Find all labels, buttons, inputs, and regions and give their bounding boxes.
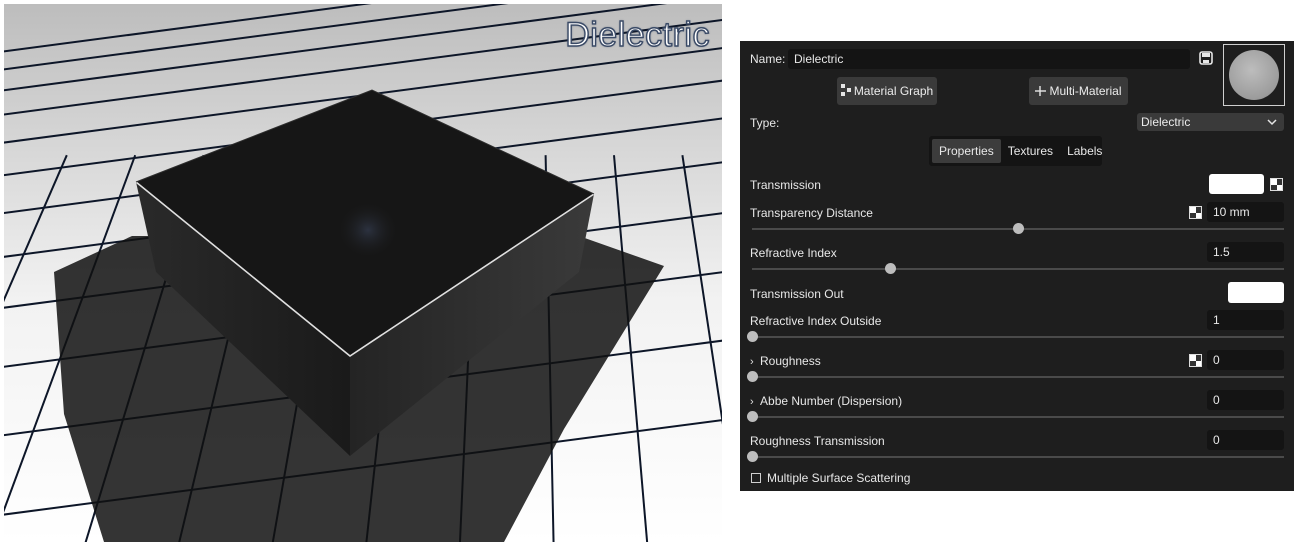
transparency-distance-slider[interactable] [752,223,1284,234]
light-reflection [338,202,398,258]
refractive-index-outside-slider[interactable] [747,331,1284,342]
tab-properties[interactable]: Properties [932,139,1001,163]
multiple-surface-scattering-label: Multiple Surface Scattering [767,471,911,485]
roughness-slider[interactable] [747,371,1284,382]
refractive-index-slider[interactable] [752,263,1284,274]
type-label: Type: [750,116,780,130]
property-tabs: Properties Textures Labels [929,136,1102,166]
transmission-color-swatch[interactable] [1209,174,1264,194]
roughness-transmission-slider[interactable] [747,451,1284,462]
slider-handle[interactable] [747,371,758,382]
material-panel: Name: Dielectric Material Graph Multi-Ma… [740,41,1294,491]
multiple-surface-scattering-checkbox[interactable] [751,473,761,483]
preview-sphere [1229,50,1279,100]
tab-labels[interactable]: Labels [1060,139,1109,163]
slider-handle[interactable] [885,263,897,274]
refractive-index-input[interactable]: 1.5 [1207,242,1284,262]
transmission-out-color-swatch[interactable] [1228,282,1284,303]
abbe-number-expander[interactable]: › Abbe Number (Dispersion) [750,394,902,408]
multi-material-label: Multi-Material [1049,84,1122,98]
slider-handle[interactable] [747,411,758,422]
chevron-right-icon: › [750,356,754,368]
material-graph-button[interactable]: Material Graph [837,77,937,105]
tab-textures[interactable]: Textures [1001,139,1060,163]
transparency-distance-input[interactable]: 10 mm [1207,202,1284,222]
multi-material-icon [1035,78,1047,106]
multiple-surface-scattering-option[interactable]: Multiple Surface Scattering [751,471,910,485]
roughness-input[interactable]: 0 [1207,350,1284,370]
slider-handle[interactable] [747,451,758,462]
chevron-right-icon: › [750,396,754,408]
save-icon[interactable] [1198,50,1214,66]
checker-texture-icon[interactable] [1189,354,1202,367]
checker-texture-icon[interactable] [1189,206,1202,219]
roughness-expander[interactable]: › Roughness [750,354,821,368]
abbe-number-slider[interactable] [747,411,1284,422]
slider-handle[interactable] [1013,223,1024,234]
transmission-label: Transmission [750,178,821,192]
slider-handle[interactable] [747,331,758,342]
transparency-distance-label: Transparency Distance [750,206,873,220]
viewport-title: Dielectric [564,15,710,54]
name-label: Name: [750,52,786,66]
refractive-index-label: Refractive Index [750,246,837,260]
refractive-index-outside-label: Refractive Index Outside [750,314,882,328]
type-dropdown[interactable]: Dielectric [1137,113,1284,131]
refractive-index-outside-input[interactable]: 1 [1207,310,1284,330]
checker-texture-icon[interactable] [1270,178,1283,191]
render-viewport[interactable]: Dielectric [4,4,722,542]
roughness-transmission-input[interactable]: 0 [1207,430,1284,450]
roughness-label: Roughness [760,354,821,368]
chevron-down-icon [1267,116,1277,130]
transmission-out-label: Transmission Out [750,287,844,301]
material-graph-label: Material Graph [853,84,934,98]
viewport-scene [4,4,722,542]
abbe-number-input[interactable]: 0 [1207,390,1284,410]
name-input[interactable]: Dielectric [788,49,1190,69]
type-value: Dielectric [1141,115,1191,129]
material-preview[interactable] [1223,44,1285,106]
multi-material-button[interactable]: Multi-Material [1029,77,1128,105]
abbe-number-label: Abbe Number (Dispersion) [760,394,903,408]
roughness-transmission-label: Roughness Transmission [750,434,885,448]
graph-icon [840,78,851,106]
